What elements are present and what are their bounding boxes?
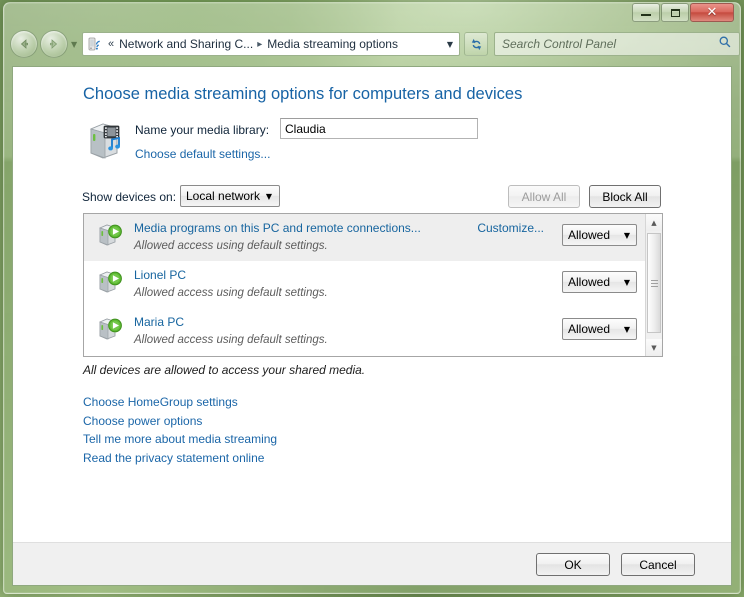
media-library-icon bbox=[87, 121, 127, 163]
network-sharing-center-icon bbox=[87, 36, 103, 52]
show-devices-selected-value: Local network bbox=[186, 189, 261, 203]
media-device-icon bbox=[98, 269, 126, 295]
chevron-down-icon: ▼ bbox=[623, 230, 630, 240]
address-bar[interactable]: « Network and Sharing C... ▸ Media strea… bbox=[82, 32, 460, 56]
show-devices-row: Show devices on: Local network ▼ Allow A… bbox=[13, 185, 731, 211]
device-permission-value: Allowed bbox=[568, 228, 611, 242]
device-name-link[interactable]: Media programs on this PC and remote con… bbox=[134, 221, 421, 235]
title-bar: ✕ bbox=[0, 0, 744, 26]
related-links: Choose HomeGroup settings Choose power o… bbox=[83, 393, 277, 467]
device-status-text: Allowed access using default settings. bbox=[134, 287, 328, 299]
chevron-down-icon: ▼ bbox=[623, 324, 630, 334]
device-name-link[interactable]: Maria PC bbox=[134, 315, 184, 329]
chevron-down-icon: ▼ bbox=[265, 191, 272, 201]
table-row[interactable]: Maria PC Allowed access using default se… bbox=[84, 308, 647, 355]
media-device-icon bbox=[98, 316, 126, 342]
maximize-icon bbox=[670, 8, 680, 17]
cancel-button[interactable]: Cancel bbox=[621, 553, 695, 576]
forward-button[interactable] bbox=[40, 30, 68, 58]
minimize-icon bbox=[641, 14, 651, 16]
device-permission-select[interactable]: Allowed ▼ bbox=[562, 224, 637, 246]
maximize-button[interactable] bbox=[661, 3, 689, 22]
device-name-link[interactable]: Lionel PC bbox=[134, 268, 186, 282]
back-button[interactable] bbox=[10, 30, 38, 58]
search-box[interactable]: Search Control Panel bbox=[494, 32, 740, 56]
ok-button[interactable]: OK bbox=[536, 553, 610, 576]
minimize-button[interactable] bbox=[632, 3, 660, 22]
media-streaming-options-window: ✕ ▼ « Network and Sharing C... ▸ Media s… bbox=[0, 0, 744, 597]
search-icon bbox=[718, 35, 732, 54]
customize-link[interactable]: Customize... bbox=[477, 221, 544, 235]
device-status-text: Allowed access using default settings. bbox=[134, 334, 328, 346]
block-all-button[interactable]: Block All bbox=[589, 185, 661, 208]
media-device-icon bbox=[98, 222, 126, 248]
address-dropdown-icon[interactable]: ▼ bbox=[441, 33, 459, 55]
breadcrumb-separator-icon: ▸ bbox=[257, 38, 263, 50]
caption-button-group: ✕ bbox=[631, 3, 734, 22]
show-devices-label: Show devices on: bbox=[82, 190, 177, 204]
show-devices-select[interactable]: Local network ▼ bbox=[180, 185, 280, 207]
breadcrumb-item-media-streaming-options[interactable]: Media streaming options bbox=[266, 37, 399, 51]
device-status-text: Allowed access using default settings. bbox=[134, 240, 328, 252]
forward-arrow-icon bbox=[49, 39, 58, 49]
link-tell-me-more-media-streaming[interactable]: Tell me more about media streaming bbox=[83, 430, 277, 449]
dialog-footer: OK Cancel bbox=[13, 542, 731, 585]
device-permission-value: Allowed bbox=[568, 322, 611, 336]
scrollbar-thumb[interactable] bbox=[647, 233, 661, 333]
link-choose-homegroup-settings[interactable]: Choose HomeGroup settings bbox=[83, 393, 277, 412]
search-input[interactable]: Search Control Panel bbox=[495, 37, 718, 51]
chevron-down-icon: ▼ bbox=[623, 277, 630, 287]
device-permission-select[interactable]: Allowed ▼ bbox=[562, 318, 637, 340]
scroll-down-button[interactable]: ▼ bbox=[646, 339, 662, 356]
device-permission-value: Allowed bbox=[568, 275, 611, 289]
allow-all-button[interactable]: Allow All bbox=[508, 185, 580, 208]
table-row[interactable]: Media programs on this PC and remote con… bbox=[84, 214, 647, 261]
scroll-up-button[interactable]: ▲ bbox=[646, 214, 662, 231]
close-icon: ✕ bbox=[706, 5, 718, 20]
media-library-label: Name your media library: bbox=[135, 123, 270, 137]
choose-default-settings-link[interactable]: Choose default settings... bbox=[135, 147, 270, 161]
device-rows: Media programs on this PC and remote con… bbox=[84, 214, 647, 356]
refresh-button[interactable] bbox=[464, 32, 488, 56]
history-dropdown-icon[interactable]: ▼ bbox=[71, 40, 77, 49]
back-arrow-icon bbox=[20, 39, 29, 49]
media-library-name-input[interactable] bbox=[280, 118, 478, 139]
close-button[interactable]: ✕ bbox=[690, 3, 734, 22]
device-permission-select[interactable]: Allowed ▼ bbox=[562, 271, 637, 293]
device-list: Media programs on this PC and remote con… bbox=[83, 213, 663, 357]
nav-button-group: ▼ bbox=[10, 30, 77, 58]
breadcrumb-overflow-icon[interactable]: « bbox=[108, 38, 114, 50]
link-read-privacy-statement[interactable]: Read the privacy statement online bbox=[83, 449, 277, 468]
breadcrumb-item-network-sharing[interactable]: Network and Sharing C... bbox=[118, 37, 254, 51]
scrollbar-grip-icon bbox=[650, 278, 658, 289]
table-row[interactable]: Lionel PC Allowed access using default s… bbox=[84, 261, 647, 308]
page-title: Choose media streaming options for compu… bbox=[83, 85, 523, 103]
navigation-bar: ▼ « Network and Sharing C... ▸ Media str… bbox=[4, 28, 740, 62]
refresh-icon bbox=[471, 38, 481, 50]
link-choose-power-options[interactable]: Choose power options bbox=[83, 412, 277, 431]
all-devices-note: All devices are allowed to access your s… bbox=[83, 363, 366, 377]
device-list-scrollbar[interactable]: ▲ ▼ bbox=[645, 214, 662, 356]
client-area: Choose media streaming options for compu… bbox=[12, 66, 732, 586]
